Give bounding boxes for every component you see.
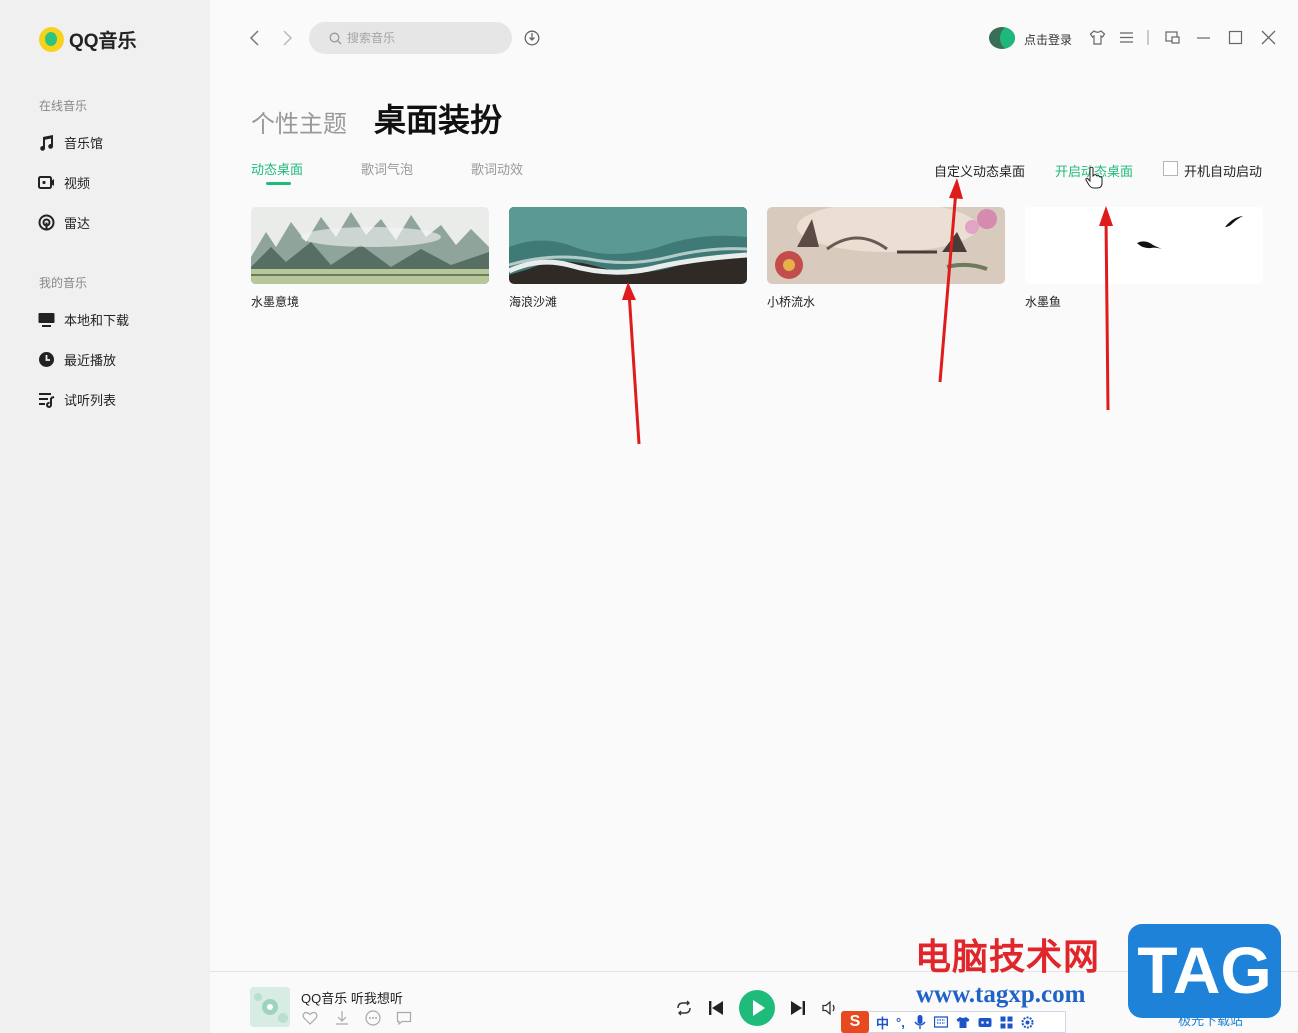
video-icon — [38, 175, 54, 189]
hand-cursor-icon — [1085, 166, 1103, 189]
download-icon[interactable] — [334, 1010, 350, 1026]
desktop-card-small-bridge[interactable]: 小桥流水 — [767, 207, 1005, 310]
subtab-lyric-bubble[interactable]: 歌词气泡 — [361, 159, 413, 178]
custom-dynamic-desktop-link[interactable]: 自定义动态桌面 — [934, 161, 1025, 180]
song-title: QQ音乐 听我想听 — [301, 991, 403, 1006]
volume-icon[interactable] — [821, 999, 839, 1017]
sidebar-item-music-hall[interactable]: 音乐馆 — [38, 132, 103, 152]
menu-icon[interactable] — [1118, 29, 1135, 46]
comment-icon[interactable] — [396, 1010, 412, 1026]
avatar[interactable] — [989, 27, 1015, 49]
sidebar-item-video[interactable]: 视频 — [38, 172, 90, 192]
ime-punctuation-mode[interactable]: °, — [896, 1015, 905, 1030]
card-thumbnail — [251, 207, 489, 284]
watermark-title: 电脑技术网 — [915, 936, 1101, 977]
close-icon[interactable] — [1260, 29, 1277, 46]
mini-mode-icon[interactable] — [1164, 29, 1181, 46]
radar-icon — [38, 214, 55, 230]
card-label: 水墨鱼 — [1025, 295, 1062, 309]
ime-skin-icon[interactable] — [956, 1016, 970, 1029]
sidebar-item-label: 雷达 — [64, 215, 91, 231]
forward-arrow-icon[interactable] — [278, 28, 296, 48]
clock-icon — [39, 351, 54, 367]
my-music-section-title: 我的音乐 — [39, 276, 88, 290]
card-label: 小桥流水 — [767, 295, 816, 309]
subtab-lyric-effect[interactable]: 歌词动效 — [471, 159, 523, 178]
next-track-icon[interactable] — [789, 998, 807, 1018]
more-icon[interactable] — [365, 1010, 381, 1026]
app-logo-text: QQ音乐 — [69, 31, 137, 52]
ocean-beach-image — [509, 207, 747, 284]
desktop-card-ocean-beach[interactable]: 海浪沙滩 — [509, 207, 747, 310]
card-thumbnail — [509, 207, 747, 284]
skin-shirt-icon[interactable] — [1089, 29, 1106, 46]
voice-search-icon[interactable] — [524, 29, 540, 47]
autostart-checkbox[interactable] — [1163, 161, 1178, 176]
music-note-icon — [40, 134, 54, 151]
sidebar-item-local-download[interactable]: 本地和下载 — [38, 309, 129, 329]
search-icon — [329, 32, 342, 44]
loop-mode-icon[interactable] — [675, 999, 693, 1017]
like-heart-icon[interactable] — [302, 1010, 318, 1026]
ime-chinese-mode[interactable]: 中 — [876, 1013, 889, 1032]
watermark-subtitle: 极光下载站 — [1178, 1013, 1244, 1028]
ime-toolbox-icon[interactable] — [978, 1016, 992, 1028]
monitor-icon — [38, 312, 55, 327]
album-cover-art — [250, 987, 290, 1027]
search-box[interactable] — [309, 22, 512, 54]
card-thumbnail — [1025, 207, 1263, 284]
sidebar-item-label: 最近播放 — [64, 352, 117, 368]
ime-apps-icon[interactable] — [1000, 1016, 1013, 1029]
play-button[interactable] — [739, 990, 775, 1026]
sidebar-item-trial-list[interactable]: 试听列表 — [38, 389, 116, 409]
ink-landscape-image — [251, 207, 489, 284]
annotation-arrow — [627, 291, 641, 445]
sidebar-item-label: 本地和下载 — [64, 312, 130, 328]
subtab-active-indicator — [266, 182, 291, 185]
ime-mic-icon[interactable] — [914, 1014, 926, 1030]
login-link[interactable]: 点击登录 — [1024, 31, 1072, 48]
annotation-arrowhead — [949, 178, 963, 199]
sogou-ime-logo-icon[interactable]: S — [841, 1011, 869, 1033]
back-arrow-icon[interactable] — [246, 28, 264, 48]
toolbar-divider — [1147, 30, 1149, 45]
album-cover[interactable] — [250, 987, 290, 1027]
small-bridge-image — [767, 207, 1005, 284]
desktop-card-ink-fish[interactable]: 水墨鱼 — [1025, 207, 1263, 310]
tab-personal-theme[interactable]: 个性主题 — [251, 104, 347, 139]
subtab-dynamic-desktop[interactable]: 动态桌面 — [251, 159, 303, 178]
maximize-icon[interactable] — [1227, 29, 1244, 46]
card-label: 水墨意境 — [251, 295, 300, 309]
desktop-card-ink-landscape[interactable]: 水墨意境 — [251, 207, 489, 310]
ime-keyboard-icon[interactable] — [933, 1016, 948, 1028]
ink-fish-image — [1025, 207, 1263, 284]
sidebar-item-radar[interactable]: 雷达 — [38, 212, 90, 232]
watermark-tag-badge: TAG — [1128, 924, 1281, 1018]
sidebar-item-recent[interactable]: 最近播放 — [38, 349, 116, 369]
card-thumbnail — [767, 207, 1005, 284]
sidebar-item-label: 视频 — [64, 175, 91, 191]
ime-toolbar: S 中 °, — [841, 1011, 1066, 1033]
watermark-url: www.tagxp.com — [916, 981, 1086, 1008]
minimize-icon[interactable] — [1195, 29, 1212, 46]
ime-settings-icon[interactable] — [1021, 1016, 1034, 1029]
sidebar-item-label: 试听列表 — [64, 392, 117, 408]
autostart-label: 开机自动启动 — [1184, 164, 1263, 179]
sidebar: QQ音乐 在线音乐 音乐馆 视频 雷达 我的音乐 本地和下载 最近播放 试听列表 — [0, 0, 210, 1033]
search-input[interactable] — [347, 31, 497, 45]
previous-track-icon[interactable] — [707, 998, 725, 1018]
qq-music-logo-icon — [39, 27, 64, 52]
sidebar-item-label: 音乐馆 — [64, 135, 104, 151]
tab-desktop-decor[interactable]: 桌面装扮 — [374, 95, 502, 141]
card-label: 海浪沙滩 — [509, 295, 558, 309]
playlist-icon — [39, 392, 55, 408]
app-logo[interactable]: QQ音乐 — [39, 26, 137, 53]
online-music-section-title: 在线音乐 — [39, 99, 88, 113]
